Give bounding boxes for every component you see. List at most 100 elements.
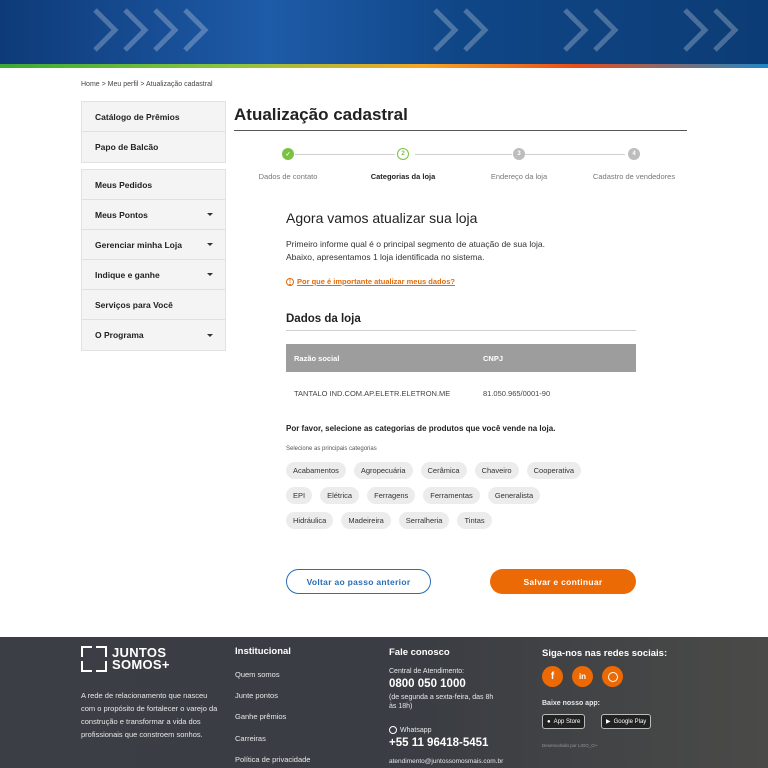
page-title: Atualização cadastral <box>234 105 408 124</box>
color-stripe <box>0 64 768 68</box>
info-icon: ! <box>286 277 294 286</box>
sidebar-item-label: Papo de Balcão <box>95 142 159 152</box>
sidebar-item-meus-pedidos[interactable]: Meus Pedidos <box>82 170 225 200</box>
linkedin-icon[interactable]: in <box>572 666 593 687</box>
step-3-indicator: 3 <box>513 148 525 160</box>
sidebar-item-indique-e-ganhe[interactable]: Indique e ganhe <box>82 260 225 290</box>
play-icon: ▶ <box>606 719 611 725</box>
stepper-connector <box>525 154 625 155</box>
sidebar-item-servicos[interactable]: Serviços para Você <box>82 290 225 320</box>
whatsapp-label-row: Whatsapp <box>389 726 432 734</box>
table-row: TANTALO IND.COM.AP.ELETR.ELETRON.ME 81.0… <box>286 372 636 414</box>
why-update-link-text: Por que é importante atualizar meus dado… <box>297 277 455 286</box>
category-chip-tintas[interactable]: Tintas <box>457 512 492 529</box>
google-play-button[interactable]: ▶ Google Play <box>601 714 652 729</box>
chevron-down-icon <box>207 273 213 276</box>
banner-pattern <box>153 8 209 52</box>
step-3-label: Endereço da loja <box>490 172 548 181</box>
footer-about: A rede de relacionamento que nasceu com … <box>81 691 218 739</box>
intro-line-2: Abaixo, apresentamos 1 loja identificada… <box>286 252 485 262</box>
app-store-label: App Store <box>553 718 581 725</box>
cell-cnpj: 81.050.965/0001-90 <box>483 388 551 398</box>
developer-credit: Desenvolvido por LIGO_O+ <box>542 743 598 748</box>
step-2-label: Categorias da loja <box>370 172 436 181</box>
footer-link-junte-pontos[interactable]: Junte pontos <box>235 691 278 700</box>
whatsapp-icon <box>389 726 397 734</box>
logo-line-2: SOMOS+ <box>112 657 170 672</box>
institutional-title: Institucional <box>235 646 291 657</box>
sidebar-item-gerenciar-loja[interactable]: Gerenciar minha Loja <box>82 230 225 260</box>
sidebar-item-label: Indique e ganhe <box>95 269 160 280</box>
categories-prompt: Por favor, selecione as categorias de pr… <box>286 424 556 433</box>
whatsapp-phone[interactable]: +55 11 96418-5451 <box>389 737 488 749</box>
google-play-label: Google Play <box>613 718 647 725</box>
whatsapp-social-icon[interactable] <box>602 666 623 687</box>
category-chip-ferragens[interactable]: Ferragens <box>367 487 416 504</box>
why-update-link[interactable]: ! Por que é importante atualizar meus da… <box>286 277 455 286</box>
category-chips: Acabamentos Agropecuária Cerâmica Chavei… <box>286 462 646 537</box>
category-chip-hidraulica[interactable]: Hidráulica <box>286 512 334 529</box>
store-data-title: Dados da loja <box>286 313 361 325</box>
intro-line-1: Primeiro informe qual é o principal segm… <box>286 239 545 249</box>
column-header-razao-social: Razão social <box>294 353 340 363</box>
category-chip-serralheria[interactable]: Serralheria <box>398 512 450 529</box>
center-hours: (de segunda a sexta-feira, das 8h às 18h… <box>389 694 494 710</box>
sidebar-item-meus-pontos[interactable]: Meus Pontos <box>82 200 225 230</box>
chip-row: Hidráulica Madeireira Serralheria Tintas <box>286 512 646 529</box>
sidebar-item-papo-de-balcao[interactable]: Papo de Balcão <box>82 132 225 162</box>
banner-pattern <box>683 8 739 52</box>
intro-text: Primeiro informe qual é o principal segm… <box>286 238 545 264</box>
sidebar-item-label: Catálogo de Prêmios <box>95 111 180 122</box>
title-divider <box>234 130 687 131</box>
stepper-connector <box>415 154 512 155</box>
category-chip-cooperativa[interactable]: Cooperativa <box>526 462 582 479</box>
category-chip-eletrica[interactable]: Elétrica <box>320 487 360 504</box>
chip-row: Acabamentos Agropecuária Cerâmica Chavei… <box>286 462 646 479</box>
app-store-button[interactable]: ● App Store <box>542 714 586 729</box>
category-chip-generalista[interactable]: Generalista <box>487 487 541 504</box>
category-chip-acabamentos[interactable]: Acabamentos <box>286 462 346 479</box>
sidebar-group-account: Meus Pedidos Meus Pontos Gerenciar minha… <box>81 169 226 351</box>
sidebar-item-catalogo[interactable]: Catálogo de Prêmios <box>82 102 225 132</box>
header-banner <box>0 0 768 64</box>
save-continue-button[interactable]: Salvar e continuar <box>490 569 636 594</box>
app-title: Baixe nosso app: <box>542 700 600 707</box>
footer-logo[interactable]: JUNTOS SOMOS+ <box>81 646 170 672</box>
step-1-label: Dados de contato <box>258 172 318 181</box>
step-4-label: Cadastro de vendedores <box>592 172 676 181</box>
logo-icon <box>81 646 107 672</box>
table-header: Razão social CNPJ <box>286 344 636 372</box>
category-chip-madeireira[interactable]: Madeireira <box>341 512 391 529</box>
cell-razao-social: TANTALO IND.COM.AP.ELETR.ELETRON.ME <box>294 388 451 398</box>
section-divider <box>286 330 636 331</box>
step-4-indicator: 4 <box>628 148 640 160</box>
category-chip-chaveiro[interactable]: Chaveiro <box>474 462 519 479</box>
social-title: Siga-nos nas redes sociais: <box>542 648 668 659</box>
facebook-icon[interactable]: f <box>542 666 563 687</box>
sidebar-item-label: Meus Pontos <box>95 209 148 220</box>
footer: JUNTOS SOMOS+ A rede de relacionamento q… <box>0 637 768 768</box>
section-heading: Agora vamos atualizar sua loja <box>286 210 478 226</box>
breadcrumb[interactable]: Home > Meu perfil > Atualização cadastra… <box>81 81 213 88</box>
back-button[interactable]: Voltar ao passo anterior <box>286 569 431 594</box>
footer-link-ganhe-premios[interactable]: Ganhe prêmios <box>235 712 286 721</box>
category-chip-ceramica[interactable]: Cerâmica <box>420 462 467 479</box>
step-done-check-icon: ✓ <box>282 148 294 160</box>
sidebar-item-label: Serviços para Você <box>95 299 173 310</box>
category-chip-ferramentas[interactable]: Ferramentas <box>423 487 480 504</box>
footer-link-carreiras[interactable]: Carreiras <box>235 734 266 743</box>
contact-email[interactable]: atendimento@juntossomosmais.com.br <box>389 758 503 765</box>
sidebar-item-o-programa[interactable]: O Programa <box>82 320 225 350</box>
center-phone[interactable]: 0800 050 1000 <box>389 678 466 690</box>
category-chip-agropecuaria[interactable]: Agropecuária <box>353 462 413 479</box>
sidebar-group-primary: Catálogo de Prêmios Papo de Balcão <box>81 101 226 163</box>
footer-link-privacidade[interactable]: Política de privacidade <box>235 755 310 764</box>
whatsapp-label: Whatsapp <box>400 726 432 734</box>
footer-link-quem-somos[interactable]: Quem somos <box>235 670 280 679</box>
banner-pattern <box>563 8 619 52</box>
banner-pattern <box>433 8 489 52</box>
category-chip-epi[interactable]: EPI <box>286 487 313 504</box>
sidebar-item-label: Gerenciar minha Loja <box>95 239 182 250</box>
chip-row: EPI Elétrica Ferragens Ferramentas Gener… <box>286 487 646 504</box>
chevron-down-icon <box>207 243 213 246</box>
